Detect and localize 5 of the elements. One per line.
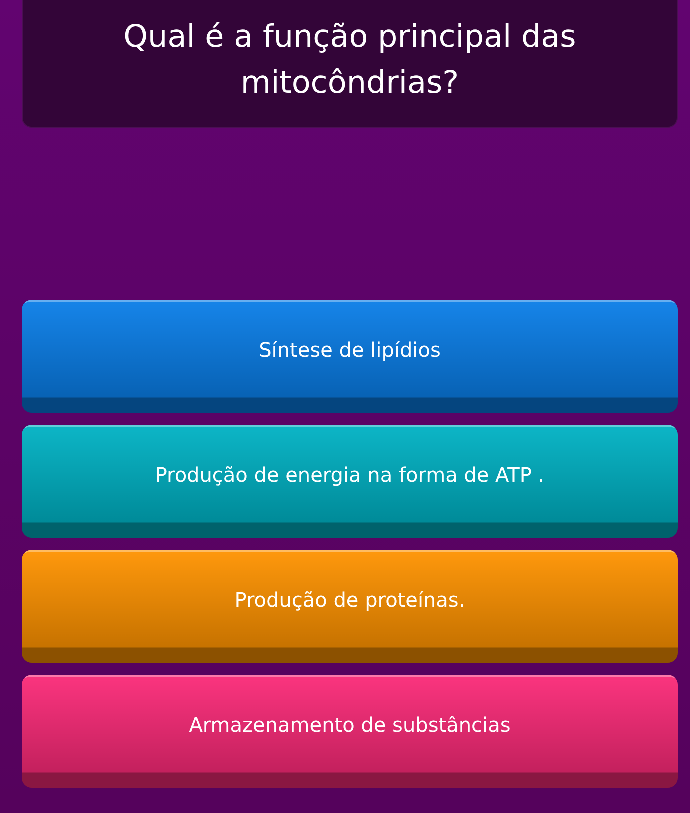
answer-button[interactable]: Produção de proteínas. xyxy=(22,550,678,663)
answer-button[interactable]: Síntese de lipídios xyxy=(22,300,678,413)
question-text: Qual é a função principal das mitocôndrias? xyxy=(22,0,678,128)
answer-button[interactable]: Produção de energia na forma de ATP . xyxy=(22,425,678,538)
answer-button[interactable]: Armazenamento de substâncias xyxy=(22,675,678,788)
